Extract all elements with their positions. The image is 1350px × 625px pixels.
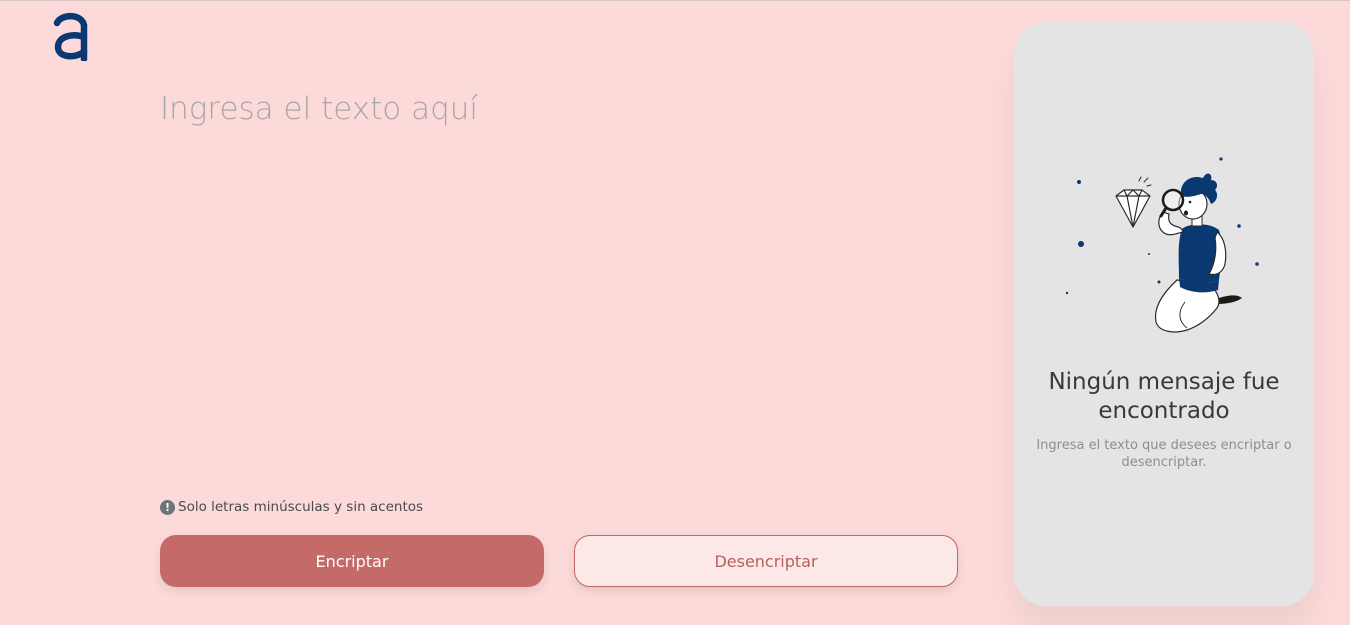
text-input[interactable]	[160, 91, 950, 481]
encrypt-button[interactable]: Encriptar	[160, 535, 544, 587]
alura-logo-icon[interactable]	[51, 11, 89, 61]
output-panel: Ningún mensaje fue encontrado Ingresa el…	[1014, 22, 1314, 606]
input-hint: ! Solo letras minúsculas y sin acentos	[160, 498, 423, 516]
decrypt-button[interactable]: Desencriptar	[574, 535, 958, 587]
person-with-magnifier-and-diamond-illustration	[1065, 157, 1259, 333]
exclamation-circle-icon: !	[160, 499, 175, 515]
empty-state-title: Ningún mensaje fue encontrado	[1048, 369, 1280, 424]
hint-text: Solo letras minúsculas y sin acentos	[178, 499, 424, 515]
empty-state-subtitle: Ingresa el texto que desees encriptar o …	[1036, 438, 1292, 470]
